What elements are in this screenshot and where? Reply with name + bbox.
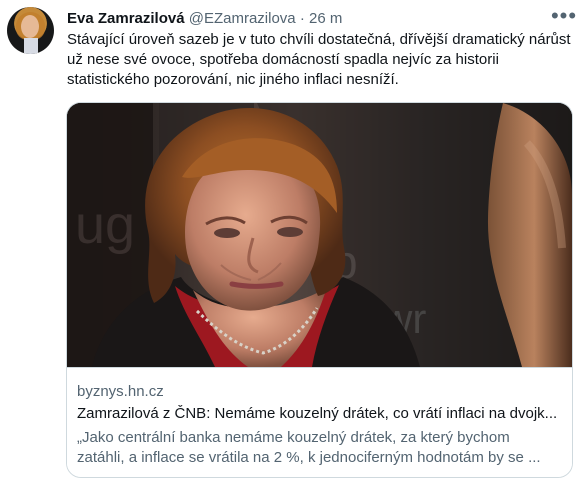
tweet[interactable]: Eva Zamrazilová @EZamrazilova · 26 m •••… [0, 0, 587, 485]
svg-text:ug: ug [75, 195, 135, 255]
avatar-collar [24, 38, 38, 54]
link-domain: byznys.hn.cz [77, 383, 164, 400]
tweet-time[interactable]: 26 m [309, 10, 342, 27]
link-card-image[interactable]: ug p wr [67, 103, 572, 367]
link-card[interactable]: ug p wr [66, 102, 573, 478]
author-handle[interactable]: @EZamrazilova [189, 10, 296, 27]
woman-portrait-image: ug p wr [67, 103, 572, 367]
tweet-header: Eva Zamrazilová @EZamrazilova · 26 m [67, 9, 342, 29]
tweet-text: Stávající úroveň sazeb je v tuto chvíli … [67, 31, 571, 88]
avatar[interactable] [7, 7, 54, 54]
avatar-face [21, 15, 39, 38]
link-description: „Jako centrální banka nemáme kouzelný dr… [77, 429, 541, 466]
more-horizontal-icon[interactable]: ••• [550, 5, 578, 30]
time-separator: · [299, 10, 305, 27]
link-title[interactable]: Zamrazilová z ČNB: Nemáme kouzelný dráte… [77, 405, 562, 423]
link-card-caption[interactable]: byznys.hn.cz Zamrazilová z ČNB: Nemáme k… [67, 367, 572, 477]
author-name[interactable]: Eva Zamrazilová [67, 10, 185, 27]
